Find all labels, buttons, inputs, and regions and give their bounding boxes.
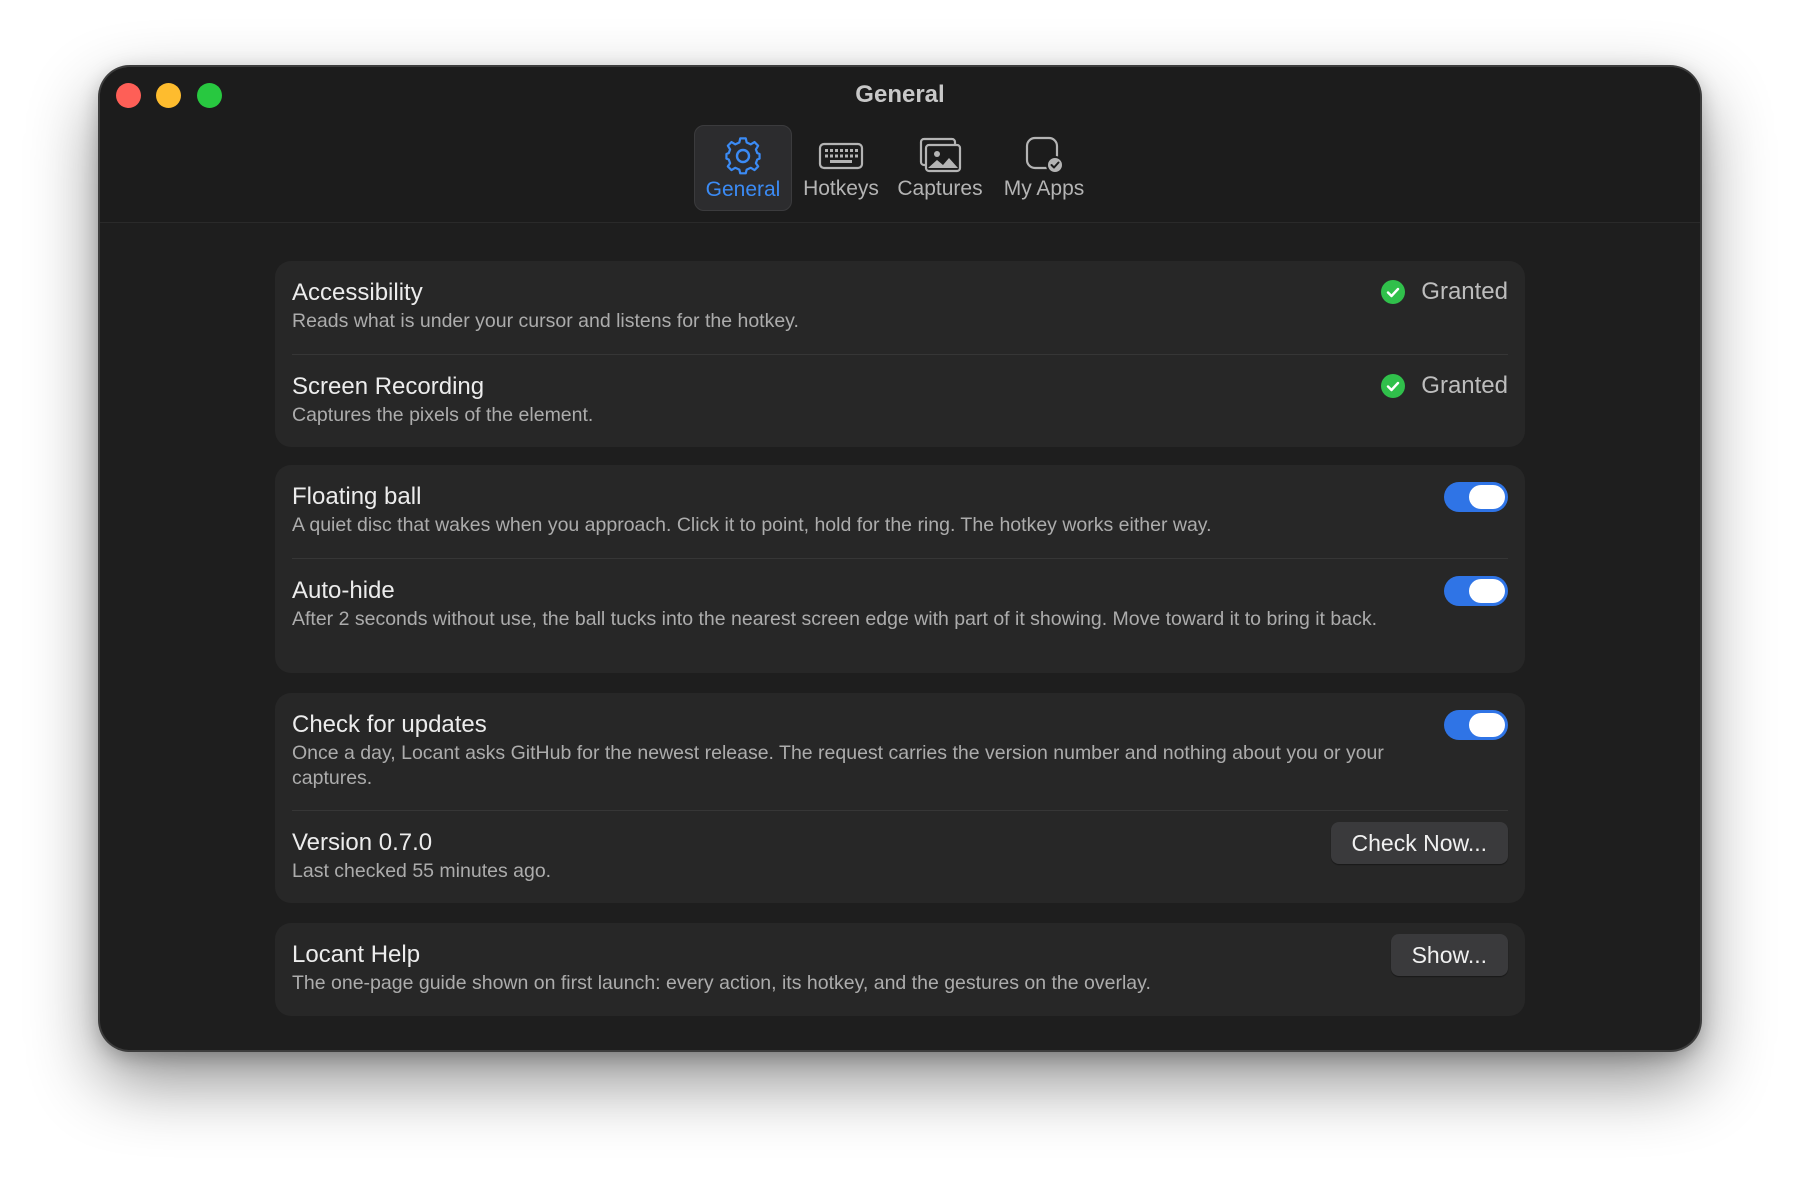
tab-captures-label: Captures [897,177,983,200]
gear-icon [725,137,761,175]
screen-recording-title: Screen Recording [292,373,485,400]
screen-recording-description: Captures the pixels of the element. [292,404,594,426]
show-help-button[interactable]: Show... [1390,934,1508,976]
toggle-knob [1469,713,1505,737]
check-updates-title: Check for updates [292,711,487,738]
help-row: Locant Help The one-page guide shown on … [275,923,1525,1016]
floating-ball-row: Floating ball A quiet disc that wakes wh… [275,465,1525,558]
version-row: Version 0.7.0 Last checked 55 minutes ag… [275,811,1525,903]
last-checked-text: Last checked 55 minutes ago. [292,860,552,882]
floating-ball-toggle[interactable] [1444,482,1508,512]
toggle-knob [1469,579,1505,603]
accessibility-status-label: Granted [1421,278,1508,305]
floating-ball-card: Floating ball A quiet disc that wakes wh… [275,465,1525,673]
floating-ball-description: A quiet disc that wakes when you approac… [292,514,1212,536]
screen-recording-row: Screen Recording Captures the pixels of … [275,355,1525,447]
tab-general[interactable]: General [694,125,792,211]
help-card: Locant Help The one-page guide shown on … [275,923,1525,1016]
screen-recording-status: Granted [1381,372,1508,400]
accessibility-status: Granted [1381,278,1508,306]
tab-my-apps-label: My Apps [1003,177,1085,200]
help-title: Locant Help [292,941,421,968]
check-updates-description: Once a day, Locant asks GitHub for the n… [292,742,1384,789]
app-check-icon [1025,136,1064,174]
auto-hide-description: After 2 seconds without use, the ball tu… [292,608,1377,630]
accessibility-description: Reads what is under your cursor and list… [292,310,799,332]
tab-general-label: General [705,178,781,201]
toolbar: General General Hotkeys Captures My Apps [100,67,1700,223]
screen-recording-status-label: Granted [1421,372,1508,399]
checkmark-circle-icon [1381,374,1406,398]
accessibility-title: Accessibility [292,279,423,306]
keyboard-icon [818,142,864,170]
accessibility-row: Accessibility Reads what is under your c… [275,261,1525,354]
check-updates-row: Check for updates Once a day, Locant ask… [275,693,1525,810]
permissions-card: Accessibility Reads what is under your c… [275,261,1525,447]
updates-card: Check for updates Once a day, Locant ask… [275,693,1525,903]
tab-my-apps[interactable]: My Apps [996,125,1092,209]
tab-hotkeys-label: Hotkeys [803,177,879,200]
tab-captures[interactable]: Captures [890,125,990,209]
tab-hotkeys[interactable]: Hotkeys [794,125,888,209]
photos-icon [919,137,962,173]
settings-window: General General Hotkeys Captures My Apps… [100,67,1700,1050]
toggle-knob [1469,485,1505,509]
floating-ball-title: Floating ball [292,483,422,510]
auto-hide-row: Auto-hide After 2 seconds without use, t… [275,559,1525,673]
checkmark-circle-icon [1381,280,1406,304]
auto-hide-toggle[interactable] [1444,576,1508,606]
version-title: Version 0.7.0 [292,829,433,856]
help-description: The one-page guide shown on first launch… [292,972,1151,994]
window-title: General [855,81,945,108]
auto-hide-title: Auto-hide [292,577,395,604]
check-now-button[interactable]: Check Now... [1330,822,1508,864]
check-updates-toggle[interactable] [1444,710,1508,740]
